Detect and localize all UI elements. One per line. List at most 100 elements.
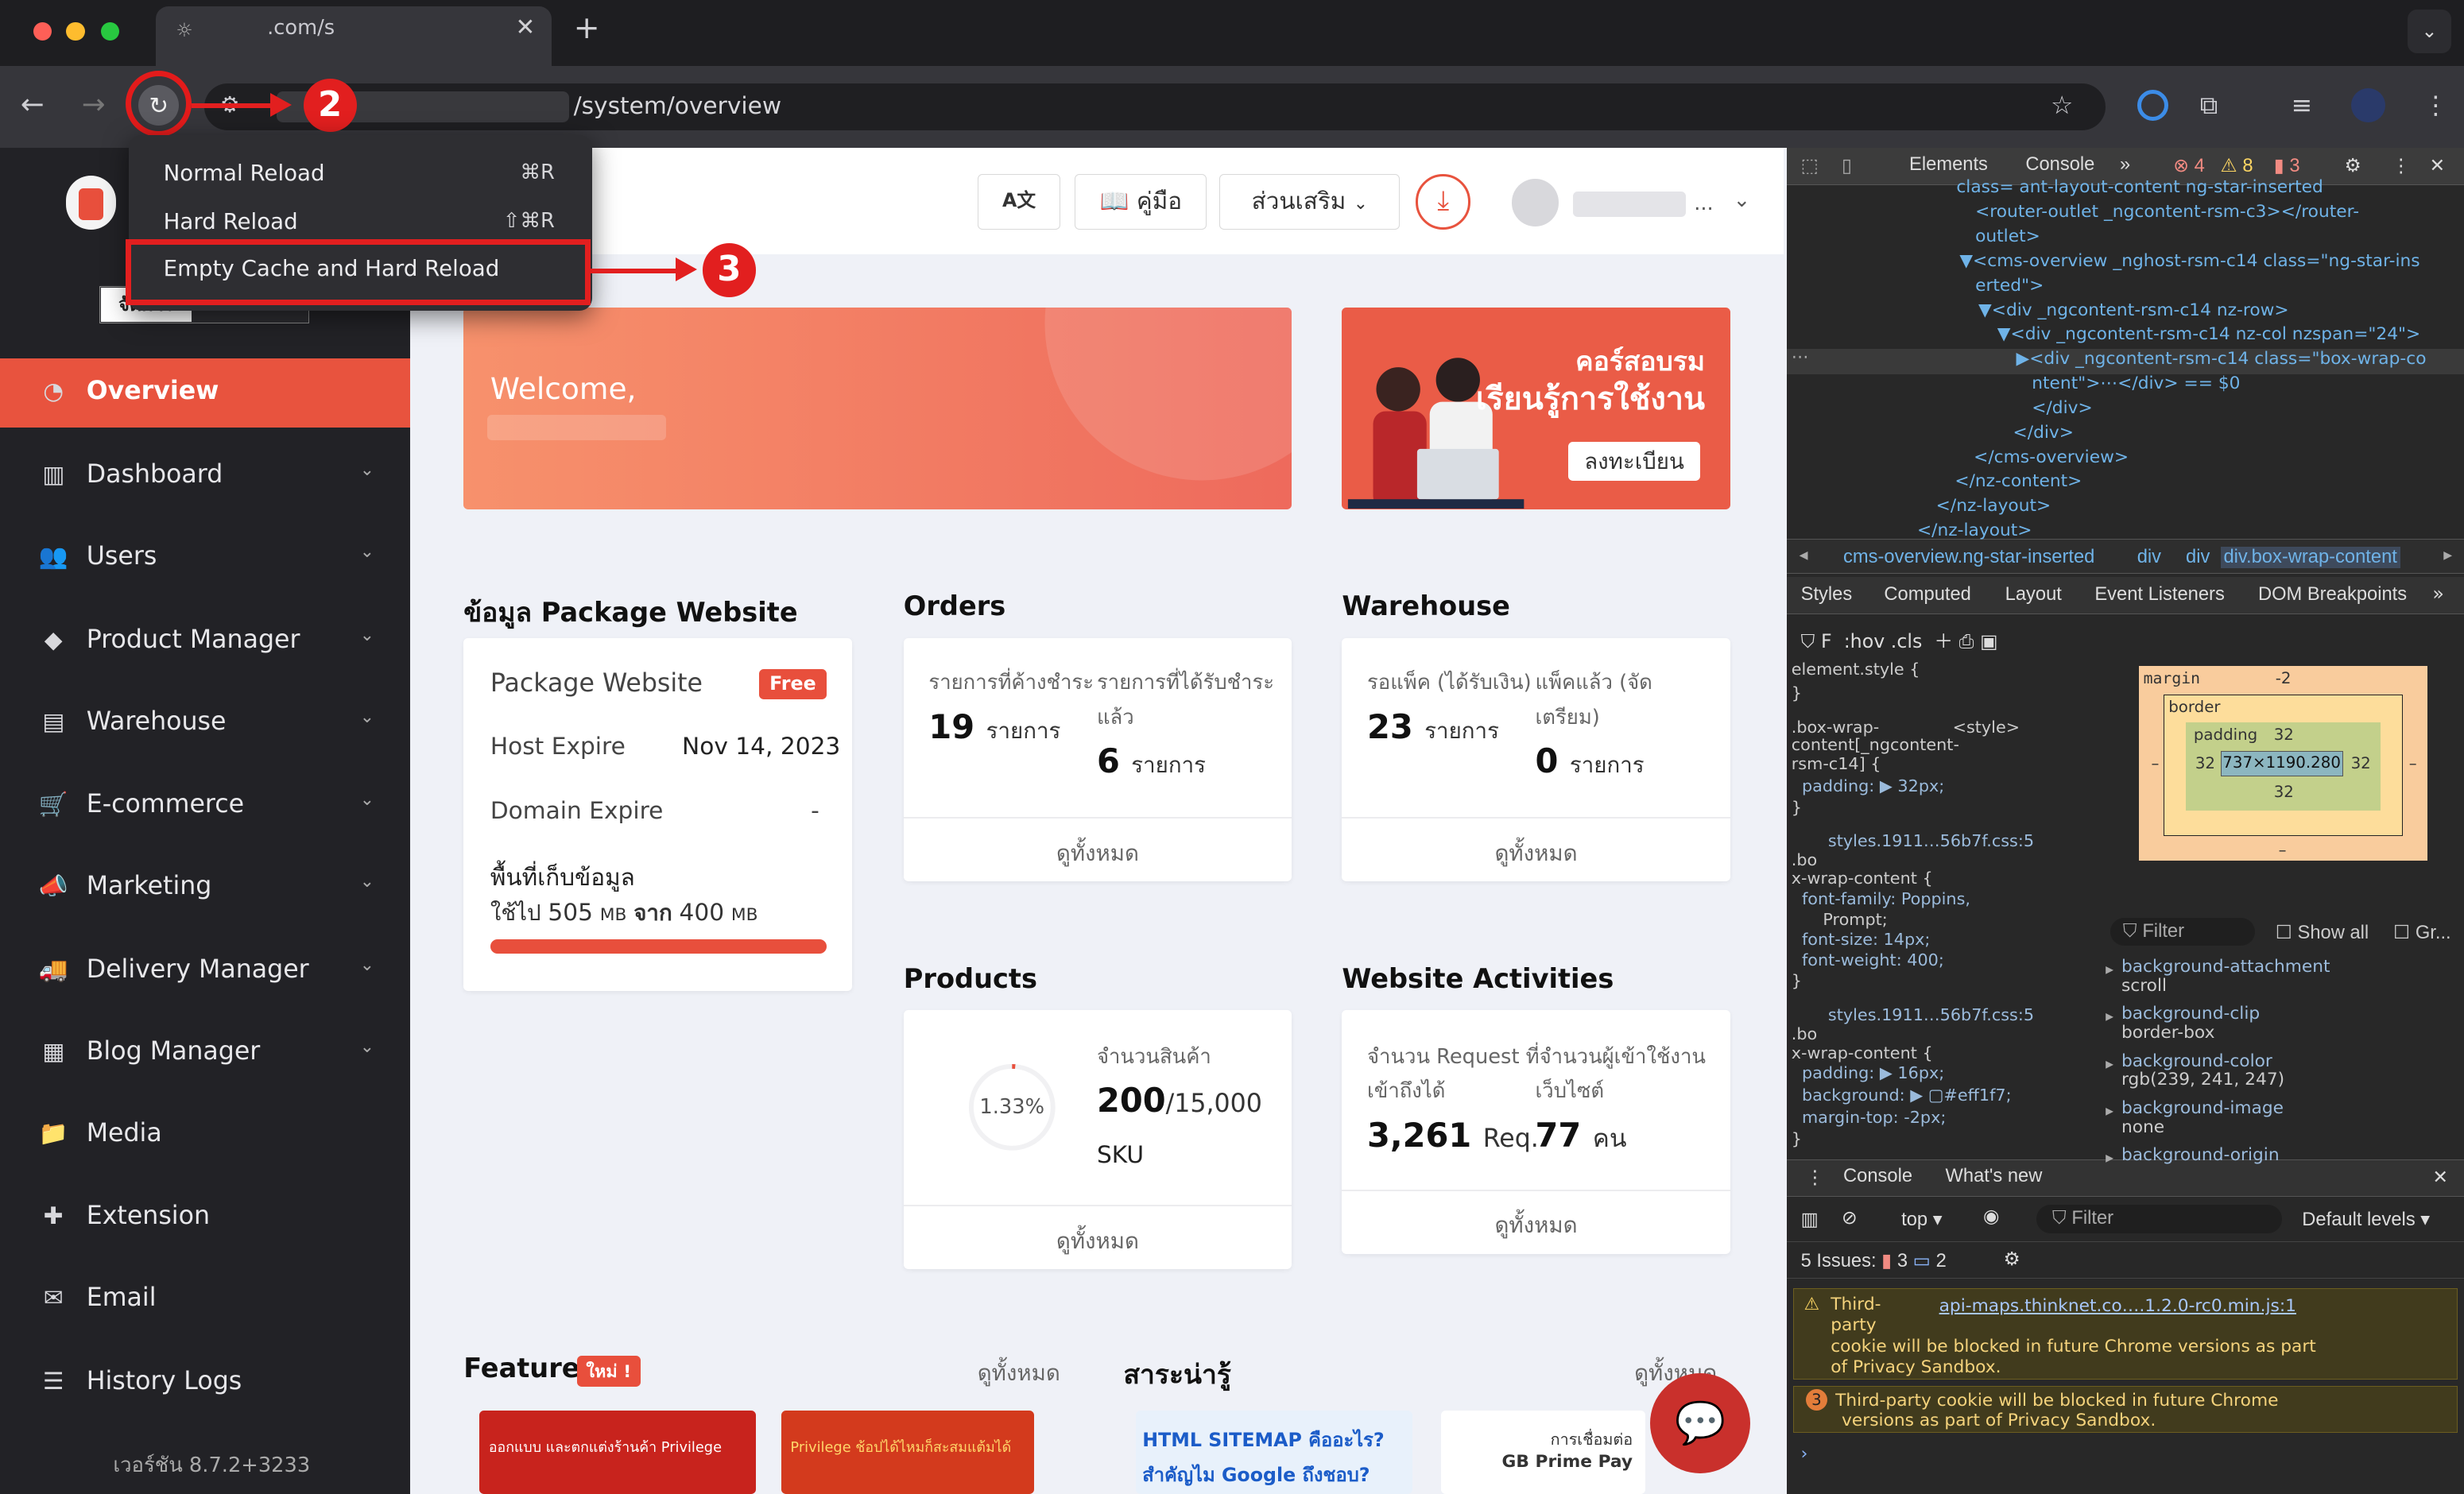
sidebar-item-history-logs[interactable]: ☰ History Logs xyxy=(0,1348,410,1417)
sidebar-item-users[interactable]: 👥 Users ⌄ xyxy=(0,523,410,592)
group-checkbox[interactable]: ☐ Gr... xyxy=(2393,921,2451,944)
dom-line[interactable]: outlet> xyxy=(1975,226,2040,246)
sidebar-item-delivery-manager[interactable]: 🚚 Delivery Manager ⌄ xyxy=(0,936,410,1005)
devtools-settings-icon[interactable]: ⚙ xyxy=(2345,154,2361,177)
devtools-tab-console[interactable]: Console xyxy=(2025,154,2094,176)
new-tab-button[interactable]: + xyxy=(574,10,600,46)
dom-line[interactable]: erted"> xyxy=(1975,276,2044,296)
breadcrumb-item[interactable]: div.box-wrap-content xyxy=(2220,546,2400,568)
issues-summary[interactable]: 5 Issues: ▮ 3 ▭ 2 xyxy=(1801,1249,1947,1272)
sidebar-item-dashboard[interactable]: ▥ Dashboard ⌄ xyxy=(0,442,410,511)
issues-settings-icon[interactable]: ⚙ xyxy=(2004,1248,2020,1271)
translate-button[interactable]: A文 xyxy=(977,174,1061,230)
breadcrumb-left-icon[interactable]: ◂ xyxy=(1800,545,1808,565)
warning-count[interactable]: ⚠ 8 xyxy=(2221,154,2253,177)
console-context-select[interactable]: top ▾ xyxy=(1901,1208,1942,1231)
breadcrumb-item[interactable]: div xyxy=(2137,547,2161,568)
computed-filter-input[interactable]: ⛉ Filter xyxy=(2110,917,2255,946)
dom-line[interactable]: ▼<cms-overview _nghost-rsm-c14 class="ng… xyxy=(1959,251,2419,271)
minimize-window-button[interactable] xyxy=(66,21,85,41)
expand-arrow-icon[interactable]: ▸ xyxy=(2106,1148,2113,1167)
knowledge-card-1[interactable]: HTML SITEMAP คืออะไร? สำคัญไม Google ถึง… xyxy=(1136,1411,1413,1494)
inspect-element-icon[interactable]: ⬚ xyxy=(1801,154,1819,177)
log-levels-select[interactable]: Default levels ▾ xyxy=(2302,1208,2430,1231)
extensions-puzzle-icon[interactable]: ⧉ xyxy=(2200,91,2218,121)
back-icon[interactable]: ← xyxy=(21,88,45,121)
dom-line[interactable]: </nz-layout> xyxy=(1936,496,2051,516)
media-controls-icon[interactable]: ≡ xyxy=(2291,91,2312,120)
manual-button[interactable]: 📖 คู่มือ xyxy=(1075,174,1207,230)
sidebar-item-extension[interactable]: ✚ Extension xyxy=(0,1183,410,1252)
device-toolbar-icon[interactable]: ▯ xyxy=(1842,154,1852,177)
orders-view-all-link[interactable]: ดูทั้งหมด xyxy=(904,836,1292,871)
warning-1-source-link[interactable]: api-maps.thinknet.co….1.2.0-rc0.min.js:1 xyxy=(1939,1296,2296,1316)
breadcrumb-item[interactable]: div xyxy=(2186,547,2210,568)
warehouse-view-all-link[interactable]: ดูทั้งหมด xyxy=(1342,836,1730,871)
forward-icon[interactable]: → xyxy=(82,88,106,121)
sidebar-item-blog-manager[interactable]: ▦ Blog Manager ⌄ xyxy=(0,1018,410,1087)
sidebar-item-media[interactable]: 📁 Media xyxy=(0,1100,410,1169)
error-count[interactable]: ⊗ 4 xyxy=(2173,154,2205,177)
console-prompt-icon[interactable]: › xyxy=(1801,1444,1808,1464)
dom-line[interactable]: ▼<div _ngcontent-rsm-c14 nz-col nzspan="… xyxy=(1997,324,2421,344)
console-filter-input[interactable]: ⛉ Filter xyxy=(2036,1205,2282,1233)
expand-arrow-icon[interactable]: ▸ xyxy=(2106,1101,2113,1120)
styles-panel-tab[interactable]: Styles xyxy=(1801,584,1853,606)
feature-card-1[interactable]: ออกแบบ และตกแต่งร้านค้า Privilege xyxy=(478,1411,756,1494)
course-register-button[interactable]: ลงทะเบียน xyxy=(1568,441,1701,481)
dom-line[interactable]: </nz-content> xyxy=(1955,471,2082,491)
feature-card-2[interactable]: Privilege ช้อปได้ไหมก็สะสมแต้มได้ xyxy=(781,1411,1034,1494)
devtools-menu-icon[interactable]: ⋮ xyxy=(2392,154,2411,177)
addons-dropdown[interactable]: ส่วนเสริม ⌄ xyxy=(1219,174,1401,230)
drawer-close-icon[interactable]: ✕ xyxy=(2432,1166,2448,1189)
download-icon[interactable]: ⤓ xyxy=(1416,174,1471,230)
sidebar-item-email[interactable]: ✉ Email xyxy=(0,1264,410,1333)
dom-line[interactable]: ntent">⋯</div> == $0 xyxy=(2032,374,2240,393)
dom-line[interactable]: ▶<div _ngcontent-rsm-c14 class="box-wrap… xyxy=(2016,349,2426,369)
dom-line[interactable]: </cms-overview> xyxy=(1974,447,2129,467)
styles-filter-icon[interactable]: ⛉ F :hov .cls ＋ ⎙ ▣ xyxy=(1801,625,1998,653)
user-menu-chevron-icon[interactable]: ⌄ xyxy=(1734,188,1751,212)
user-avatar[interactable] xyxy=(1511,179,1559,226)
more-panels-icon[interactable]: » xyxy=(2432,583,2444,605)
expand-arrow-icon[interactable]: ▸ xyxy=(2106,1007,2113,1025)
dom-line[interactable]: </div> xyxy=(2013,423,2074,443)
drawer-tab-whats-new[interactable]: What's new xyxy=(1946,1166,2043,1187)
show-all-checkbox[interactable]: ☐ Show all xyxy=(2276,921,2369,944)
styles-panel-tab[interactable]: Layout xyxy=(2005,584,2062,606)
issue-count[interactable]: ▮ 3 xyxy=(2274,154,2300,177)
drawer-tab-console[interactable]: Console xyxy=(1843,1166,1912,1187)
sidebar-item-warehouse[interactable]: ▤ Warehouse ⌄ xyxy=(0,688,410,757)
knowledge-card-2[interactable]: การเชื่อมต่อ GB Prime Pay xyxy=(1440,1411,1645,1494)
close-tab-icon[interactable]: ✕ xyxy=(515,13,535,41)
feature-view-all-link[interactable]: ดูทั้งหมด xyxy=(978,1356,1060,1391)
products-view-all-link[interactable]: ดูทั้งหมด xyxy=(904,1224,1292,1259)
breadcrumb-item[interactable]: cms-overview.ng-star-inserted xyxy=(1843,547,2094,568)
menu-item-hard-reload[interactable]: Hard Reload ⇧⌘R xyxy=(129,198,592,245)
devtools-close-icon[interactable]: ✕ xyxy=(2429,154,2445,177)
breadcrumb-right-icon[interactable]: ▸ xyxy=(2443,545,2452,565)
tab-search-chevron-icon[interactable]: ⌄ xyxy=(2407,9,2452,54)
styles-panel-tab[interactable]: DOM Breakpoints xyxy=(2258,584,2407,606)
sidebar-item-product-manager[interactable]: ◆ Product Manager ⌄ xyxy=(0,606,410,675)
sidebar-item-overview[interactable]: ◔ Overview xyxy=(0,358,410,428)
activities-view-all-link[interactable]: ดูทั้งหมด xyxy=(1342,1208,1730,1243)
dom-line[interactable]: </div> xyxy=(2032,398,2092,418)
browser-menu-icon[interactable]: ⋮ xyxy=(2423,91,2449,120)
dom-line[interactable]: </nz-layout> xyxy=(1917,521,2032,540)
expand-arrow-icon[interactable]: ▸ xyxy=(2106,960,2113,978)
dom-line[interactable]: class= ant-layout-content ng-star-insert… xyxy=(1956,177,2323,197)
dom-line[interactable]: <router-outlet _ngcontent-rsm-c3></route… xyxy=(1975,202,2359,222)
styles-panel-tab[interactable]: Event Listeners xyxy=(2094,584,2224,606)
live-expression-eye-icon[interactable]: ◉ xyxy=(1983,1205,2000,1228)
console-clear-icon[interactable]: ⊘ xyxy=(1842,1206,1858,1229)
profile-avatar[interactable] xyxy=(2350,87,2386,123)
expand-arrow-icon[interactable]: ▸ xyxy=(2106,1055,2113,1073)
browser-tab[interactable] xyxy=(155,6,552,67)
sidebar-item-marketing[interactable]: 📣 Marketing ⌄ xyxy=(0,853,410,923)
console-sidebar-icon[interactable]: ▥ xyxy=(1801,1208,1819,1231)
bookmark-star-icon[interactable]: ☆ xyxy=(2051,91,2073,120)
dom-line[interactable]: ▼<div _ngcontent-rsm-c14 nz-row> xyxy=(1978,300,2289,320)
drawer-menu-icon[interactable]: ⋮ xyxy=(1806,1166,1825,1189)
styles-panel-tab[interactable]: Computed xyxy=(1884,584,1970,606)
